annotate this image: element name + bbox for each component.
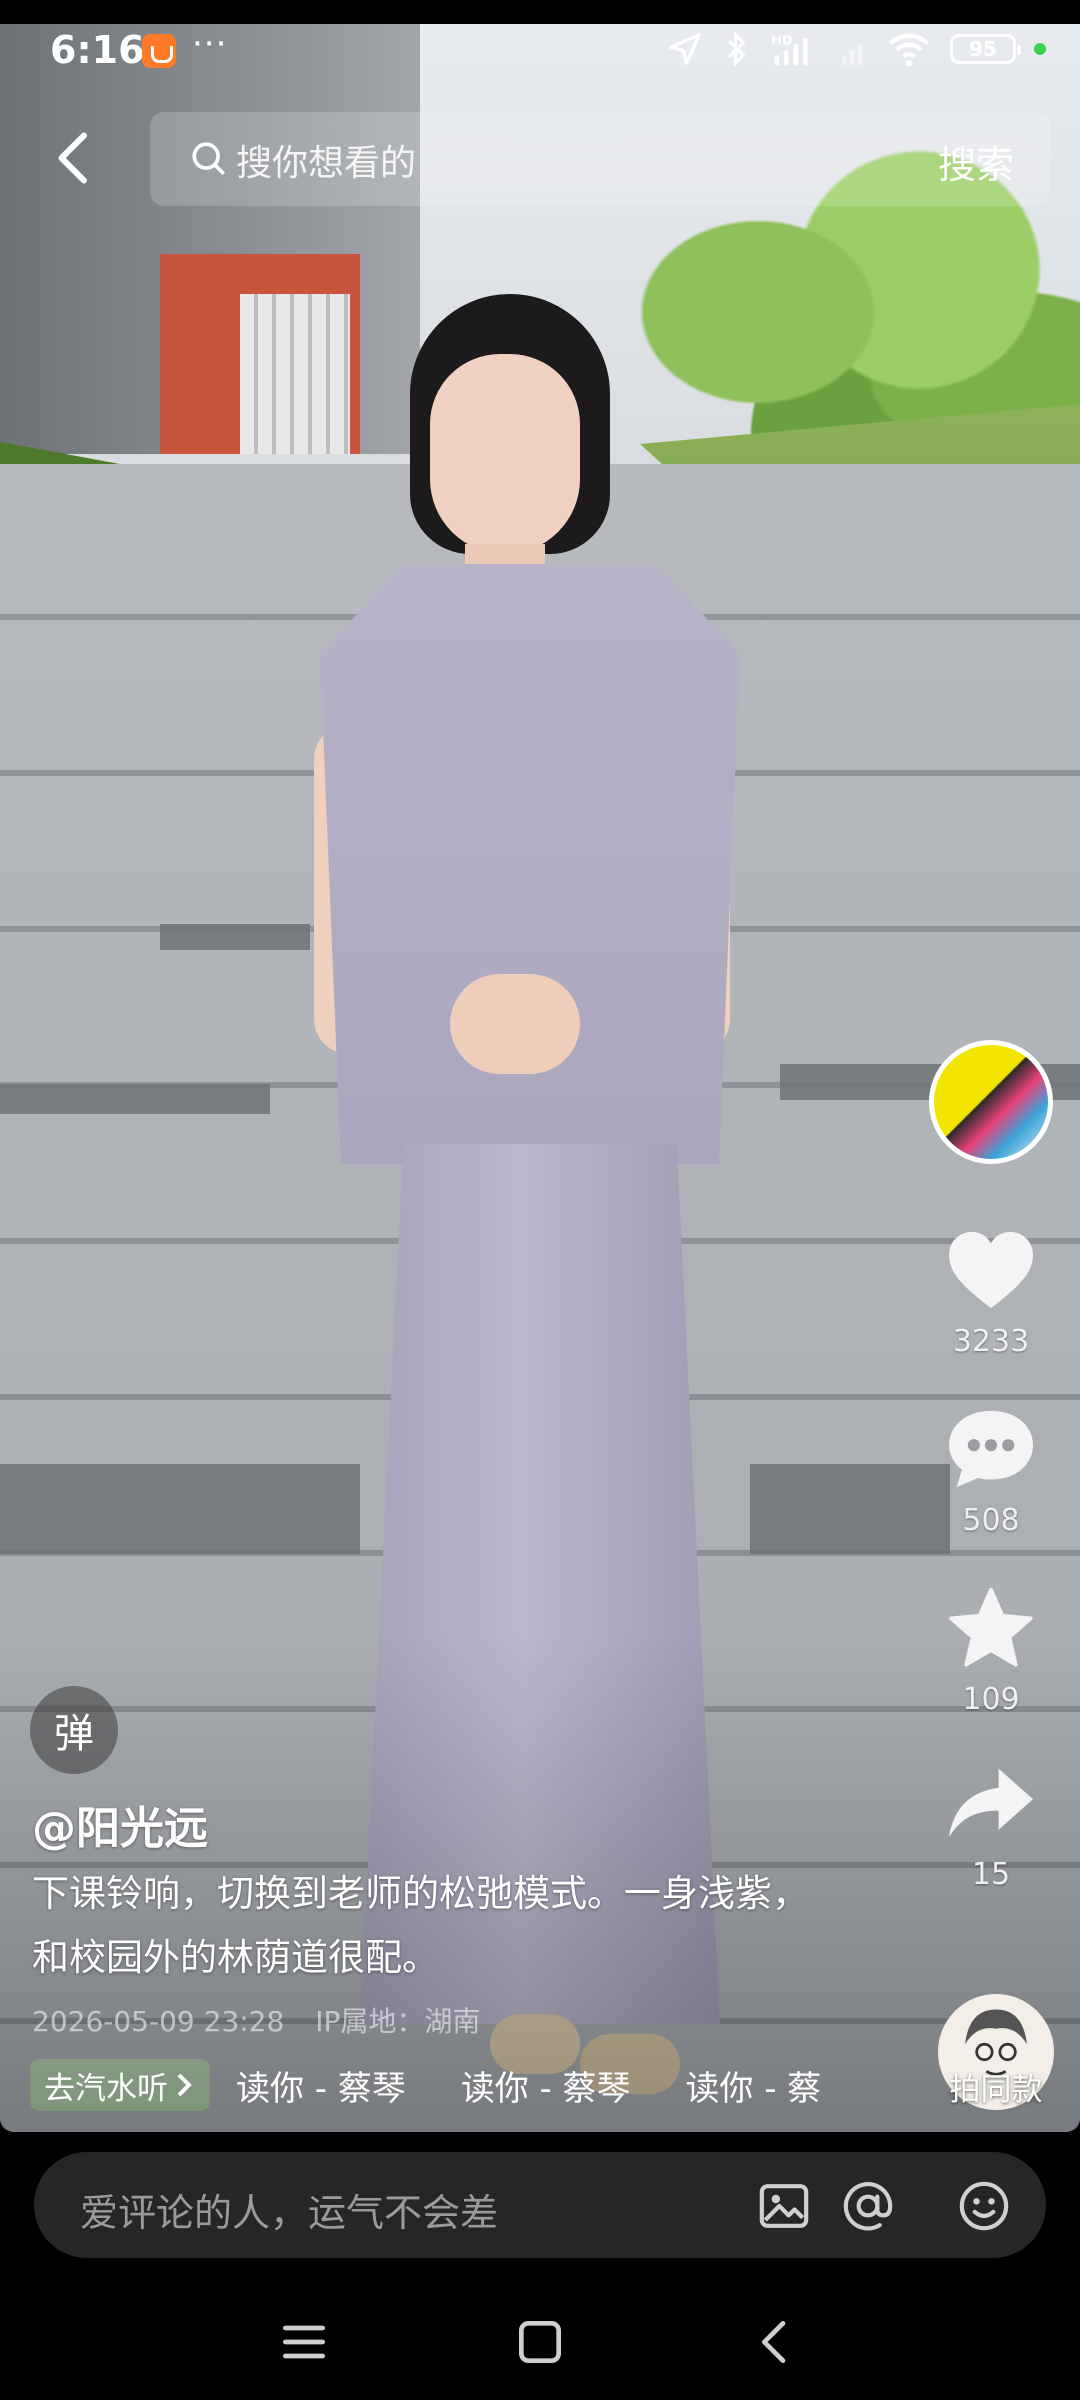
comment-bubble-icon <box>949 1410 1033 1488</box>
post-meta: 2026-05-09 23:28 IP属地：湖南 <box>32 2000 502 2040</box>
subject-hands <box>450 974 580 1074</box>
battery-icon: 95 <box>950 34 1021 64</box>
search-input[interactable]: 搜你想看的 搜索 <box>150 112 1050 206</box>
more-notifications-icon: ··· <box>192 24 228 64</box>
creator-avatar[interactable] <box>929 1040 1053 1164</box>
like-button[interactable]: 3233 <box>916 1228 1066 1359</box>
music-row[interactable]: 去汽水听 读你 - 蔡琴 读你 - 蔡琴 读你 - 蔡 <box>30 2058 846 2112</box>
comment-count: 508 <box>962 1503 1020 1538</box>
music-track-title: 读你 - 蔡琴 <box>236 2068 406 2109</box>
favorite-count: 109 <box>962 1682 1020 1717</box>
emoji-icon[interactable] <box>956 2178 1012 2234</box>
author-name[interactable]: @阳光远 <box>32 1792 208 1856</box>
music-app-tag[interactable]: 去汽水听 <box>30 2059 210 2111</box>
svg-text:HD: HD <box>771 32 792 47</box>
comment-input[interactable]: 爱评论的人，运气不会差 <box>80 2182 498 2237</box>
comment-button[interactable]: 508 <box>916 1407 1066 1538</box>
app-screen: 6:16 ··· HD 95 搜你想看的 搜索 3233 508 109 15 … <box>0 0 1080 2400</box>
favorite-button[interactable]: 109 <box>916 1586 1066 1717</box>
search-icon <box>192 142 225 175</box>
subject-top <box>320 564 740 1164</box>
same-style-button[interactable]: 拍同款 <box>936 1994 1056 2112</box>
location-icon <box>669 33 701 65</box>
music-track-marquee: 读你 - 蔡琴 读你 - 蔡琴 读你 - 蔡 <box>236 2061 846 2110</box>
cellular-signal-2-icon <box>841 44 863 65</box>
shopping-app-icon <box>142 34 176 68</box>
status-bar: 6:16 ··· HD 95 <box>0 24 1080 84</box>
danmu-toggle-button[interactable]: 弹 <box>30 1686 118 1774</box>
subject-face <box>430 354 580 554</box>
search-button[interactable]: 搜索 <box>938 134 1014 189</box>
music-track-title: 读你 - 蔡琴 <box>460 2068 631 2109</box>
action-rail: 3233 508 109 15 <box>916 1040 1066 1892</box>
share-count: 15 <box>971 1857 1011 1892</box>
same-style-label: 拍同款 <box>949 2072 1043 2108</box>
wifi-icon <box>888 33 930 67</box>
status-time: 6:16 <box>50 28 145 72</box>
post-date: 2026-05-09 23:28 <box>32 2005 285 2038</box>
music-tag-label: 去汽水听 <box>44 2070 168 2107</box>
comment-bar[interactable]: 爱评论的人，运气不会差 <box>34 2152 1046 2258</box>
cellular-signal-icon: HD <box>771 32 808 65</box>
menu-icon[interactable] <box>276 2314 332 2370</box>
ip-location: IP属地：湖南 <box>315 2005 481 2038</box>
pavement-stripe <box>0 1084 270 1114</box>
music-track-title: 读你 - 蔡 <box>685 2068 822 2109</box>
status-icons: HD 95 <box>666 30 1046 68</box>
back-arrow-icon[interactable] <box>44 128 104 188</box>
system-nav-bar <box>0 2290 1080 2400</box>
like-count: 3233 <box>952 1324 1030 1359</box>
bluetooth-icon <box>727 30 746 68</box>
home-square-icon[interactable] <box>512 2314 568 2370</box>
search-placeholder: 搜你想看的 <box>236 143 417 184</box>
star-icon <box>949 1587 1033 1667</box>
heart-icon <box>949 1231 1033 1309</box>
share-arrow-icon <box>949 1768 1033 1838</box>
search-bar: 搜你想看的 搜索 <box>0 108 1080 208</box>
mention-at-icon[interactable] <box>840 2178 896 2234</box>
privacy-indicator-dot <box>1034 43 1046 55</box>
pavement-stripe <box>160 924 310 950</box>
chevron-right-icon <box>177 2073 192 2097</box>
image-icon[interactable] <box>756 2178 812 2234</box>
post-description[interactable]: 下课铃响，切换到老师的松弛模式。一身浅紫，和校园外的林荫道很配。 <box>32 1862 832 1990</box>
back-nav-icon[interactable] <box>748 2314 804 2370</box>
share-button[interactable]: 15 <box>916 1761 1066 1892</box>
